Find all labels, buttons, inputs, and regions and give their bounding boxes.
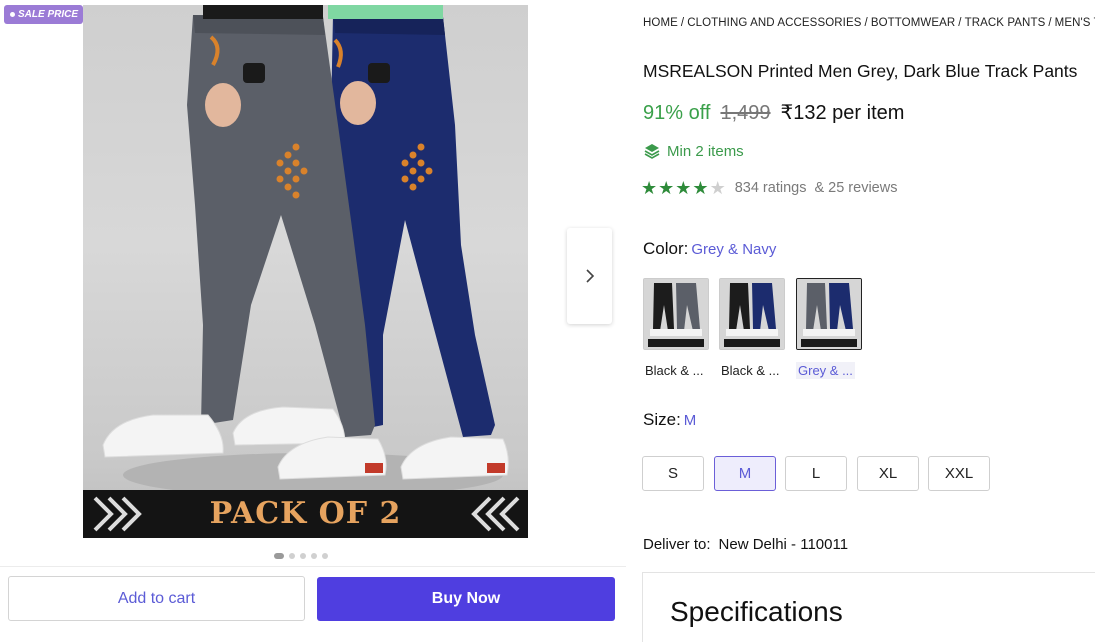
product-title: MSREALSON Printed Men Grey, Dark Blue Tr… (643, 61, 1078, 81)
selling-price: ₹132 per item (780, 102, 905, 124)
chevron-right-icon (585, 269, 594, 283)
carousel-dot[interactable] (289, 553, 295, 559)
size-option-l[interactable]: L (785, 456, 847, 491)
pack-of-2-banner: PACK OF 2 (83, 490, 528, 538)
selected-color: Grey & Navy (691, 241, 777, 258)
deliver-to-label: Deliver to: (643, 536, 711, 553)
breadcrumb-item-bottomwear[interactable]: BOTTOMWEAR (871, 17, 955, 29)
color-swatch-caption[interactable]: Grey & ... (796, 362, 855, 379)
delivery-location: New Delhi - 110011 (718, 536, 849, 553)
size-heading: Size: M (643, 410, 696, 430)
delivery-info[interactable]: Deliver to: New Delhi - 110011 (643, 536, 848, 553)
swatch-thumbnail (720, 279, 784, 349)
color-swatch[interactable] (643, 278, 709, 350)
track-pants-illustration (102, 5, 509, 497)
rating-summary[interactable]: ★ ★ ★ ★ ★ 834 ratings & 25 reviews (641, 179, 897, 197)
buy-now-button[interactable]: Buy Now (317, 577, 615, 621)
color-swatch[interactable] (796, 278, 862, 350)
size-option-xxl[interactable]: XXL (928, 456, 990, 491)
next-image-button[interactable] (567, 228, 612, 324)
size-option-m[interactable]: M (714, 456, 776, 491)
min-items-label: Min 2 items (667, 142, 744, 160)
color-swatch-caption[interactable]: Black & ... (643, 362, 706, 379)
swatch-thumbnail (644, 279, 708, 349)
carousel-dot[interactable] (322, 553, 328, 559)
mrp-price: 1,499 (720, 102, 771, 124)
breadcrumb-item-home[interactable]: HOME (643, 17, 678, 29)
product-image[interactable]: PACK OF 2 (83, 5, 528, 538)
color-swatch[interactable] (719, 278, 785, 350)
specifications-heading: Specifications (670, 596, 843, 627)
star-filled-icon: ★ (675, 178, 692, 198)
add-to-cart-button[interactable]: Add to cart (8, 576, 305, 621)
color-heading: Color: Grey & Navy (643, 239, 776, 259)
min-items-note: Min 2 items (643, 142, 744, 160)
sale-price-label: SALE PRICE (18, 9, 79, 20)
ratings-count: 834 ratings (734, 180, 807, 196)
star-rating: ★ ★ ★ ★ ★ (641, 179, 726, 197)
badge-dot-icon (10, 12, 15, 17)
color-label: Color: (643, 239, 689, 258)
discount-percent: 91% off (643, 102, 711, 124)
carousel-dot[interactable] (300, 553, 306, 559)
size-option-s[interactable]: S (642, 456, 704, 491)
star-filled-icon: ★ (641, 178, 658, 198)
carousel-dots (274, 553, 328, 559)
right-chevrons-icon (471, 496, 520, 532)
sale-price-badge: SALE PRICE (4, 5, 84, 24)
size-option-xl[interactable]: XL (857, 456, 919, 491)
reviews-count: & 25 reviews (814, 180, 898, 196)
breadcrumb-item-mens-track[interactable]: MEN'S TRAC (1055, 17, 1095, 29)
swatch-thumbnail (797, 279, 861, 349)
star-filled-icon: ★ (692, 178, 709, 198)
selected-size: M (683, 412, 697, 429)
breadcrumb-item-clothing[interactable]: CLOTHING AND ACCESSORIES (687, 17, 861, 29)
carousel-dot[interactable] (311, 553, 317, 559)
size-label: Size: (643, 410, 681, 429)
breadcrumb: HOME / CLOTHING AND ACCESSORIES / BOTTOMWEAR… (643, 17, 1095, 29)
color-swatch-caption[interactable]: Black & ... (719, 362, 782, 379)
layers-icon (644, 144, 660, 159)
price-row: 91% off 1,499 ₹132 per item (643, 100, 904, 125)
star-empty-icon: ★ (709, 178, 726, 198)
breadcrumb-item-track-pants[interactable]: TRACK PANTS (965, 17, 1046, 29)
carousel-dot[interactable] (274, 553, 284, 559)
star-filled-icon: ★ (658, 178, 675, 198)
